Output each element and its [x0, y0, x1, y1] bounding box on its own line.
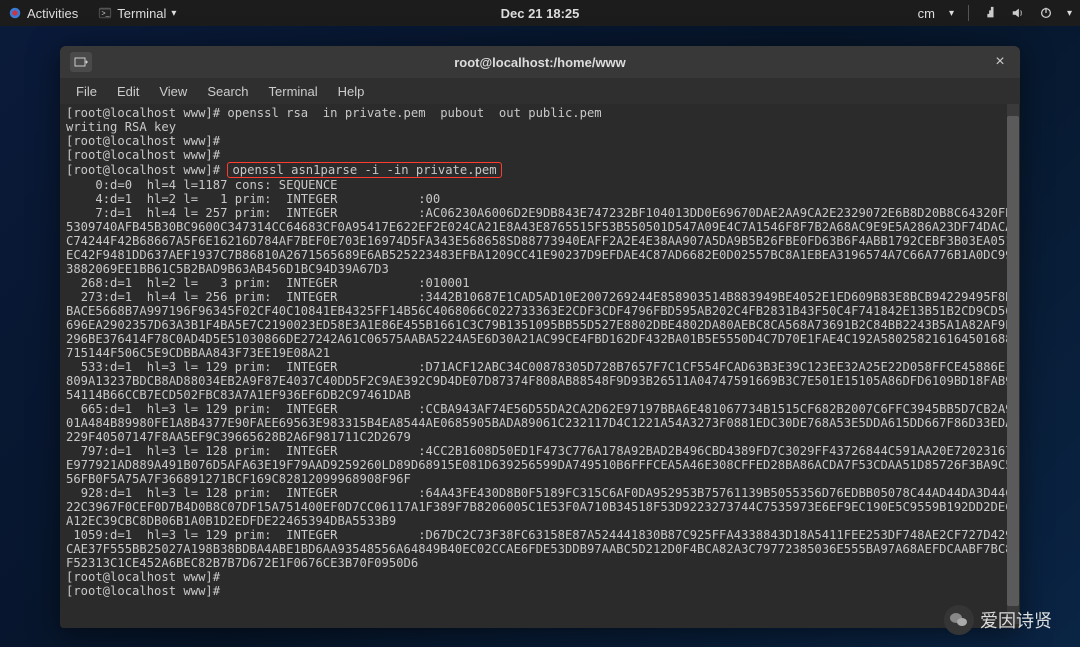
menu-help[interactable]: Help [330, 82, 373, 101]
prompt: [root@localhost www]# [66, 163, 227, 177]
output-line: writing RSA key [66, 120, 176, 134]
current-app-label: Terminal [117, 6, 166, 21]
terminal-output[interactable]: [root@localhost www]# openssl rsa in pri… [60, 104, 1020, 628]
system-chevron-icon: ▾ [1067, 8, 1072, 19]
menu-file[interactable]: File [68, 82, 105, 101]
window-titlebar[interactable]: root@localhost:/home/www × [60, 46, 1020, 78]
power-icon[interactable] [1039, 6, 1053, 20]
volume-icon[interactable] [1011, 6, 1025, 20]
separator [968, 5, 969, 21]
menu-edit[interactable]: Edit [109, 82, 147, 101]
activities-label: Activities [27, 6, 78, 21]
menubar: File Edit View Search Terminal Help [60, 78, 1020, 104]
wechat-icon [944, 605, 974, 635]
new-tab-icon [74, 56, 88, 68]
new-tab-button[interactable] [70, 52, 92, 72]
current-app-indicator[interactable]: >_ Terminal ▾ [92, 4, 182, 23]
close-button[interactable]: × [990, 52, 1010, 72]
highlighted-command: openssl asn1parse -i -in private.pem [227, 162, 501, 178]
menu-terminal[interactable]: Terminal [261, 82, 326, 101]
window-title: root@localhost:/home/www [454, 55, 626, 70]
user-label[interactable]: cm [918, 6, 935, 21]
app-menu-chevron-icon: ▾ [171, 8, 176, 19]
menu-view[interactable]: View [151, 82, 195, 101]
network-icon[interactable] [983, 6, 997, 20]
scrollbar-thumb[interactable] [1007, 116, 1019, 606]
activities-button[interactable]: Activities [8, 6, 78, 21]
activities-icon [8, 6, 22, 20]
terminal-app-icon: >_ [98, 6, 112, 20]
terminal-window: root@localhost:/home/www × File Edit Vie… [60, 46, 1020, 628]
output-line: [root@localhost www]# [66, 148, 220, 162]
watermark: 爱因诗贤 [944, 605, 1052, 635]
gnome-topbar: Activities >_ Terminal ▾ Dec 21 18:25 cm… [0, 0, 1080, 26]
watermark-label: 爱因诗贤 [980, 607, 1052, 633]
output-line: [root@localhost www]# openssl rsa in pri… [66, 106, 602, 120]
user-chevron-icon: ▾ [949, 8, 954, 19]
output-body: 0:d=0 hl=4 l=1187 cons: SEQUENCE 4:d=1 h… [66, 178, 1013, 598]
output-line: [root@localhost www]# [66, 134, 220, 148]
clock-datetime[interactable]: Dec 21 18:25 [501, 6, 580, 21]
menu-search[interactable]: Search [199, 82, 256, 101]
svg-text:>_: >_ [102, 11, 110, 18]
